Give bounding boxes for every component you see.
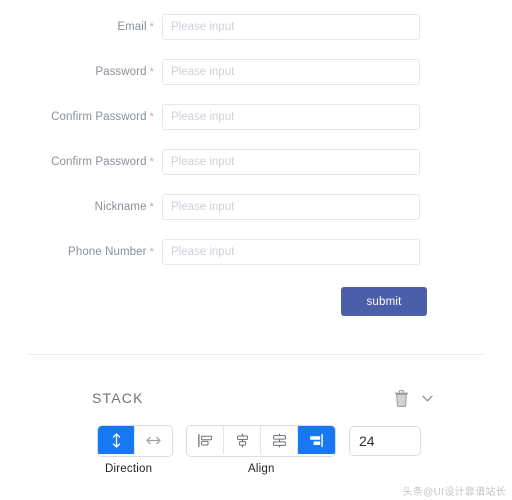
watermark: 头条@UI设计靠谱站长 bbox=[402, 487, 506, 498]
nickname-input[interactable] bbox=[162, 194, 420, 220]
field-label-text: Nickname bbox=[94, 201, 147, 213]
stack-panel: STACK 24 Direction Align bbox=[0, 382, 512, 483]
form-row-email: Email * bbox=[0, 14, 512, 40]
submit-row: submit bbox=[0, 287, 512, 316]
field-label-text: Confirm Password bbox=[51, 111, 147, 123]
field-label-confirm-password-2: Confirm Password * bbox=[0, 156, 162, 168]
required-asterisk: * bbox=[149, 21, 154, 33]
required-asterisk: * bbox=[149, 201, 154, 213]
direction-caption: Direction bbox=[105, 463, 153, 475]
field-label-text: Email bbox=[117, 21, 147, 33]
align-group bbox=[186, 425, 336, 457]
confirm-password-input-2[interactable] bbox=[162, 149, 420, 175]
align-right-button[interactable] bbox=[298, 426, 335, 454]
required-asterisk: * bbox=[149, 111, 154, 123]
password-input[interactable] bbox=[162, 59, 420, 85]
chevron-down-icon[interactable] bbox=[414, 385, 440, 411]
email-input[interactable] bbox=[162, 14, 420, 40]
submit-spacer bbox=[0, 287, 341, 316]
form-row-phone-number: Phone Number * bbox=[0, 239, 512, 265]
field-label-nickname: Nickname * bbox=[0, 201, 162, 213]
field-label-text: Password bbox=[95, 66, 147, 78]
field-label-phone-number: Phone Number * bbox=[0, 246, 162, 258]
phone-number-input[interactable] bbox=[162, 239, 420, 265]
field-label-password: Password * bbox=[0, 66, 162, 78]
confirm-password-input-1[interactable] bbox=[162, 104, 420, 130]
align-caption: Align bbox=[248, 463, 275, 475]
stack-title: STACK bbox=[92, 390, 144, 406]
field-label-confirm-password-1: Confirm Password * bbox=[0, 111, 162, 123]
tool-captions: Direction Align bbox=[0, 463, 512, 483]
direction-horizontal-button[interactable] bbox=[135, 426, 172, 454]
section-divider bbox=[28, 354, 484, 355]
submit-button[interactable]: submit bbox=[341, 287, 427, 316]
align-center-vertical-button[interactable] bbox=[224, 426, 261, 454]
trash-icon[interactable] bbox=[388, 385, 414, 411]
field-label-text: Phone Number bbox=[68, 246, 147, 258]
field-label-text: Confirm Password bbox=[51, 156, 147, 168]
stack-tool-row bbox=[0, 425, 512, 457]
spacing-input[interactable] bbox=[349, 426, 421, 456]
form-row-confirm-password-2: Confirm Password * bbox=[0, 149, 512, 175]
form-row-nickname: Nickname * bbox=[0, 194, 512, 220]
form-row-password: Password * bbox=[0, 59, 512, 85]
field-label-email: Email * bbox=[0, 21, 162, 33]
distribute-vertical-button[interactable] bbox=[261, 426, 298, 454]
required-asterisk: * bbox=[149, 246, 154, 258]
stack-header: STACK bbox=[0, 382, 512, 414]
direction-vertical-button[interactable] bbox=[98, 426, 135, 454]
direction-group bbox=[97, 425, 173, 457]
form-row-confirm-password-1: Confirm Password * bbox=[0, 104, 512, 130]
registration-form: Email* Password* Confirm Password* Confi… bbox=[0, 0, 512, 316]
required-asterisk: * bbox=[149, 66, 154, 78]
align-left-button[interactable] bbox=[187, 426, 224, 454]
required-asterisk: * bbox=[149, 156, 154, 168]
